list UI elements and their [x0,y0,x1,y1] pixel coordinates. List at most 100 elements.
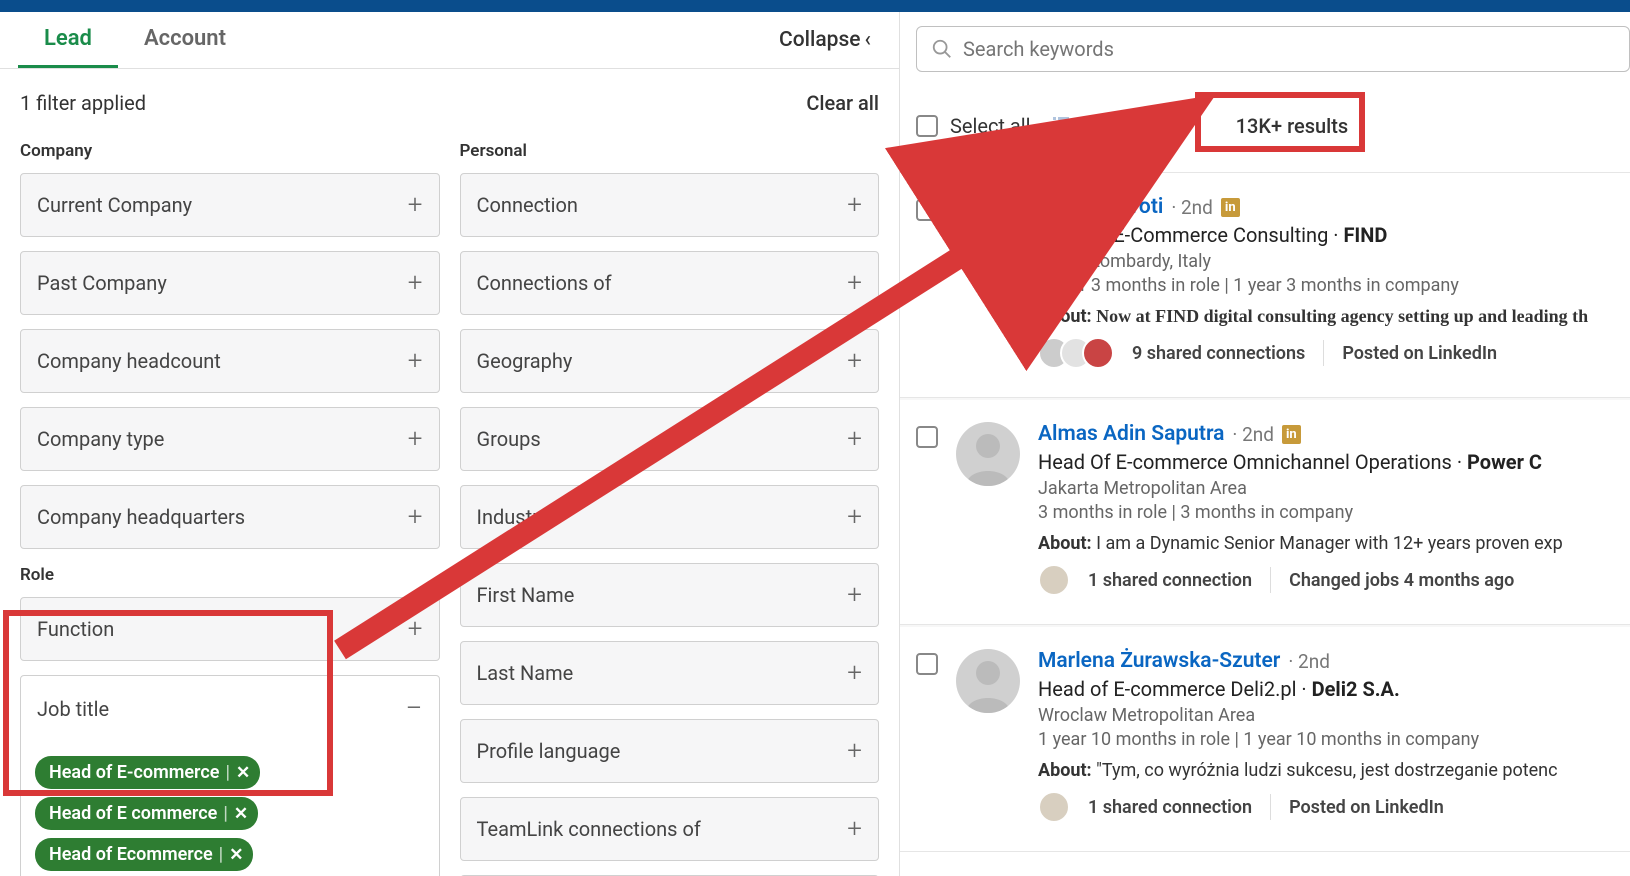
annotation-box-results [1195,92,1365,152]
result-degree: · 2nd [1288,650,1330,673]
select-all-checkbox[interactable] [916,115,938,137]
mini-avatar [1082,337,1114,369]
mini-avatar [1038,791,1070,823]
result-tenure: 1 year 10 months in role | 1 year 10 mon… [1038,729,1614,750]
result-name[interactable]: Almas Adin Saputra [1038,422,1224,446]
result-checkbox[interactable] [916,199,938,221]
plus-icon: + [847,192,862,218]
plus-icon: + [408,504,423,530]
shared-connections[interactable]: 9 shared connections [1132,343,1305,364]
filter-company-headcount[interactable]: Company headcount + [20,329,440,393]
result-title: Head of E-Commerce Consulting · FIND [1038,223,1614,247]
plus-icon: + [847,738,862,764]
plus-icon: + [408,426,423,452]
filter-geography[interactable]: Geography+ [460,329,880,393]
result-checkbox[interactable] [916,426,938,448]
save-to-list-button: Save to list [1051,114,1175,139]
filter-current-company[interactable]: Current Company + [20,173,440,237]
filter-first-name[interactable]: First Name + [460,563,880,627]
section-personal: Personal [460,141,880,161]
mini-avatar [1038,564,1070,596]
job-title-pill: Head of E commerce|✕ [35,797,258,830]
plus-icon: + [847,582,862,608]
filter-label: Connection [477,193,578,217]
result-about: About: I am a Dynamic Senior Manager wit… [1038,533,1614,554]
result-item: Almas Adin Saputra · 2nd in Head Of E-co… [900,400,1630,625]
result-name[interactable]: Mattia Devoti [1038,195,1163,219]
pill-remove-icon[interactable]: ✕ [229,845,243,865]
avatar[interactable] [956,195,1020,259]
filter-connections-of[interactable]: Connections of+ [460,251,880,315]
pill-label: Head of Ecommerce [49,844,213,865]
section-role: Role [20,565,440,585]
collapse-button[interactable]: Collapse ‹ [779,28,881,52]
result-item: Marlena Żurawska-Szuter · 2nd Head of E-… [900,627,1630,852]
shared-connections[interactable]: 1 shared connection [1088,570,1252,591]
pill-remove-icon[interactable]: ✕ [234,804,248,824]
filter-label: Current Company [37,193,192,217]
filter-label: Industry [477,505,549,529]
filter-label: Groups [477,427,541,451]
shared-connections[interactable]: 1 shared connection [1088,797,1252,818]
filter-last-name[interactable]: Last Name+ [460,641,880,705]
filters-applied-label: 1 filter applied [20,91,146,115]
result-checkbox[interactable] [916,653,938,675]
plus-icon: + [408,192,423,218]
result-title: Head of E-commerce Deli2.pl · Deli2 S.A. [1038,677,1614,701]
filter-label: Company headcount [37,349,221,373]
plus-icon: + [847,504,862,530]
filter-industry[interactable]: Industry + [460,485,880,549]
plus-icon: + [408,348,423,374]
result-degree: · 2nd [1232,423,1274,446]
clear-all-button[interactable]: Clear all [806,91,879,115]
collapse-label: Collapse [779,28,861,52]
search-input[interactable] [963,37,1615,61]
section-company: Company [20,141,440,161]
search-icon [931,38,953,60]
result-tenure: 3 months in role | 3 months in company [1038,502,1614,523]
filter-teamlink-connections-of[interactable]: TeamLink connections of + [460,797,880,861]
filter-company-type[interactable]: Company type + [20,407,440,471]
result-title: Head Of E-commerce Omnichannel Operation… [1038,450,1614,474]
pill-label: Head of E commerce [49,803,217,824]
filter-company-headquarters[interactable]: Company headquarters+ [20,485,440,549]
filter-past-company[interactable]: Past Company + [20,251,440,315]
filter-label: First Name [477,583,575,607]
filter-groups[interactable]: Groups + [460,407,880,471]
filter-label: Company type [37,427,164,451]
plus-icon: + [847,426,862,452]
avatar[interactable] [956,422,1020,486]
filter-label: Profile language [477,739,621,763]
divider [1323,340,1324,366]
result-location: Milan, Lombardy, Italy [1038,251,1614,272]
avatar[interactable] [956,649,1020,713]
minus-icon: − [405,694,422,724]
filter-profile-language[interactable]: Profile language + [460,719,880,783]
result-action[interactable]: Posted on LinkedIn [1289,797,1444,818]
job-title-pill: Head of Ecommerce|✕ [35,838,253,871]
search-bar[interactable] [916,26,1630,72]
in-badge-icon: in [1221,198,1240,217]
result-about: About: Now at FIND digital consulting ag… [1038,306,1614,327]
in-badge-icon: in [1282,425,1301,444]
result-location: Jakarta Metropolitan Area [1038,478,1614,499]
shared-avatars [1038,337,1114,369]
tab-account[interactable]: Account [118,12,252,68]
result-degree: · 2nd [1171,196,1213,219]
filter-label: TeamLink connections of [477,817,701,841]
tab-lead[interactable]: Lead [18,12,118,68]
filter-label: Last Name [477,661,574,685]
save-to-list-label: Save to list [1077,114,1175,138]
filter-summary: 1 filter applied Clear all [0,69,899,125]
result-action[interactable]: Changed jobs 4 months ago [1289,570,1514,591]
plus-icon: + [847,816,862,842]
plus-icon: + [408,270,423,296]
result-list: Mattia Devoti · 2nd in Head of E-Commerc… [900,173,1630,852]
result-location: Wroclaw Metropolitan Area [1038,705,1614,726]
select-all[interactable]: Select all [916,114,1031,138]
filter-label: Geography [477,349,573,373]
result-name[interactable]: Marlena Żurawska-Szuter [1038,649,1280,673]
filter-connection[interactable]: Connection + [460,173,880,237]
result-action[interactable]: Posted on LinkedIn [1342,343,1497,364]
filter-label: Past Company [37,271,167,295]
